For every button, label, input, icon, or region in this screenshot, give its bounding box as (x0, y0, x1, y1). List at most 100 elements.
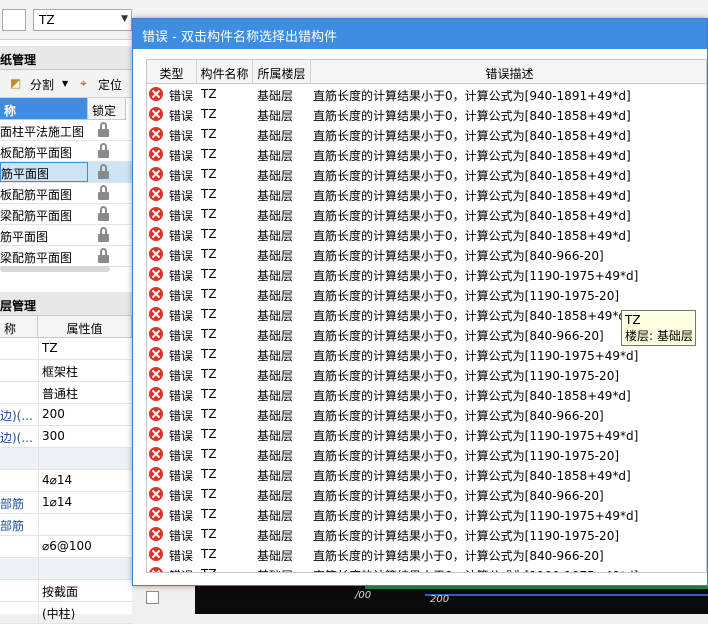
error-row[interactable]: 错误TZ基础层直筋长度的计算结果小于0，计算公式为[1190-1975+49*d… (147, 265, 706, 285)
property-value[interactable]: 4⌀14 (42, 473, 132, 487)
property-row[interactable]: (中柱) (0, 602, 132, 624)
row-checkbox[interactable] (146, 591, 159, 604)
error-row[interactable]: 错误 TZ 基础层 直筋长度的计算结果小于0，计算公式为[840-1858+49*d] (147, 165, 706, 185)
component-name[interactable]: TZ (201, 487, 251, 501)
filter-combo[interactable] (2, 9, 26, 31)
horizontal-scrollbar[interactable] (0, 266, 110, 272)
lock-icon[interactable] (98, 206, 109, 221)
error-row[interactable]: 错误 TZ 基础层 直筋长度的计算结果小于0，计算公式为[1190-1975-20] (147, 365, 706, 385)
drawing-row[interactable]: 梁配筋平面图 (0, 246, 132, 267)
component-name[interactable]: TZ (201, 227, 251, 241)
drawing-name-column-header[interactable]: 称 (0, 98, 88, 120)
error-row[interactable]: 错误TZ基础层直筋长度的计算结果小于0，计算公式为[1190-1975+49*d… (147, 425, 706, 445)
chevron-down-icon[interactable]: ▼ (62, 79, 68, 88)
component-name[interactable]: TZ (201, 547, 251, 561)
component-name[interactable]: TZ (201, 387, 251, 401)
floor-column-header[interactable]: 所属楼层 (253, 60, 311, 84)
property-value[interactable]: 200 (42, 407, 132, 421)
split-button[interactable]: 分割 (30, 76, 54, 93)
property-row[interactable] (0, 448, 132, 470)
chevron-down-icon[interactable]: ▼ (121, 14, 128, 24)
error-row[interactable]: 错误 TZ 基础层 直筋长度的计算结果小于0，计算公式为[840-966-20] (147, 405, 706, 425)
lock-icon[interactable] (98, 143, 109, 158)
drawing-row[interactable]: 筋平面图 (0, 225, 132, 246)
component-name[interactable]: TZ (201, 347, 251, 361)
component-name[interactable]: TZ (201, 567, 251, 572)
component-name[interactable]: TZ (201, 447, 251, 461)
error-row[interactable]: 错误 TZ 基础层 直筋长度的计算结果小于0，计算公式为[1190-1975-20] (147, 525, 706, 545)
error-row[interactable]: 错误 TZ 基础层 直筋长度的计算结果小于0，计算公式为[840-1858+49*d] (147, 385, 706, 405)
error-row[interactable]: 错误 TZ 基础层 直筋长度的计算结果小于0，计算公式为[840-1858+49*d] (147, 145, 706, 165)
error-row[interactable]: 错误 TZ 基础层 直筋长度的计算结果小于0，计算公式为[840-966-20] (147, 485, 706, 505)
property-row[interactable] (0, 558, 132, 580)
property-value[interactable]: 1⌀14 (42, 495, 132, 509)
property-row[interactable]: 边)(... 200 (0, 404, 132, 426)
component-name[interactable]: TZ (201, 167, 251, 181)
component-name[interactable]: TZ (201, 367, 251, 381)
lock-icon[interactable] (98, 122, 109, 137)
error-row[interactable]: 错误 TZ 基础层 直筋长度的计算结果小于0，计算公式为[840-966-20] (147, 245, 706, 265)
property-row[interactable]: 框架柱 (0, 360, 132, 382)
property-value[interactable]: 按截面 (42, 583, 132, 600)
component-name[interactable]: TZ (201, 287, 251, 301)
type-column-header[interactable]: 类型 (147, 60, 197, 84)
error-row[interactable]: 错误 TZ 基础层 直筋长度的计算结果小于0，计算公式为[840-966-20] (147, 545, 706, 565)
component-name[interactable]: TZ (201, 207, 251, 221)
property-name-column-header[interactable]: 称 (0, 316, 38, 338)
drawing-row[interactable]: 板配筋平面图 (0, 141, 132, 162)
lock-icon[interactable] (98, 185, 109, 200)
error-row[interactable]: 错误 TZ 基础层 直筋长度的计算结果小于0，计算公式为[840-1858+49*d] (147, 105, 706, 125)
error-row[interactable]: 错误 TZ 基础层 直筋长度的计算结果小于0，计算公式为[840-1858+49*d] (147, 125, 706, 145)
property-row[interactable]: 边)(... 300 (0, 426, 132, 448)
component-name[interactable]: TZ (201, 307, 251, 321)
drawing-row[interactable]: 面柱平法施工图 (0, 120, 132, 141)
property-row[interactable]: TZ (0, 338, 132, 360)
error-row[interactable]: 错误TZ基础层直筋长度的计算结果小于0，计算公式为[1190-1975+49*d… (147, 345, 706, 365)
property-value[interactable]: 300 (42, 429, 132, 443)
property-row[interactable]: 部筋 1⌀14 (0, 492, 132, 514)
lock-icon[interactable] (98, 248, 109, 263)
property-row[interactable]: 普通柱 (0, 382, 132, 404)
lock-icon[interactable] (98, 227, 109, 242)
error-row[interactable]: 错误 TZ 基础层 直筋长度的计算结果小于0，计算公式为[840-1858+49*d] (147, 465, 706, 485)
property-row[interactable]: 按截面 (0, 580, 132, 602)
drawing-row[interactable]: 板配筋平面图 (0, 183, 132, 204)
property-row[interactable]: 部筋 (0, 514, 132, 536)
component-name[interactable]: TZ (201, 407, 251, 421)
error-row[interactable]: 错误TZ基础层直筋长度的计算结果小于0，计算公式为[1190-1975+49*d… (147, 565, 706, 572)
error-row[interactable]: 错误 TZ 基础层 直筋长度的计算结果小于0，计算公式为[940-1891+49*d] (147, 85, 706, 105)
component-name[interactable]: TZ (201, 427, 251, 441)
property-value[interactable]: ⌀6@100 (42, 539, 132, 553)
property-row[interactable]: 4⌀14 (0, 470, 132, 492)
property-value[interactable]: 普通柱 (42, 385, 132, 402)
component-name[interactable]: TZ (201, 267, 251, 281)
drawing-canvas[interactable]: /00 200 (195, 586, 708, 614)
locate-button[interactable]: 定位 (98, 76, 122, 93)
component-name[interactable]: TZ (201, 187, 251, 201)
lock-column-header[interactable]: 锁定 (88, 98, 126, 120)
property-value[interactable]: 框架柱 (42, 363, 132, 380)
error-row[interactable]: 错误TZ基础层直筋长度的计算结果小于0，计算公式为[1190-1975+49*d… (147, 505, 706, 525)
error-row[interactable]: 错误 TZ 基础层 直筋长度的计算结果小于0，计算公式为[1190-1975-20] (147, 285, 706, 305)
component-name[interactable]: TZ (201, 527, 251, 541)
component-name[interactable]: TZ (201, 507, 251, 521)
error-row[interactable]: 错误 TZ 基础层 直筋长度的计算结果小于0，计算公式为[840-1858+49*d] (147, 225, 706, 245)
property-value-column-header[interactable]: 属性值 (38, 316, 132, 338)
component-name[interactable]: TZ (201, 327, 251, 341)
description-column-header[interactable]: 错误描述 (311, 60, 706, 84)
property-value[interactable]: TZ (42, 341, 132, 355)
component-name[interactable]: TZ (201, 127, 251, 141)
component-name[interactable]: TZ (201, 147, 251, 161)
error-row[interactable]: 错误 TZ 基础层 直筋长度的计算结果小于0，计算公式为[840-1858+49*d] (147, 205, 706, 225)
property-row[interactable]: ⌀6@100 (0, 536, 132, 558)
component-name[interactable]: TZ (201, 107, 251, 121)
component-name[interactable]: TZ (201, 247, 251, 261)
error-row[interactable]: 错误 TZ 基础层 直筋长度的计算结果小于0，计算公式为[840-1858+49*d] (147, 185, 706, 205)
lock-icon[interactable] (98, 164, 109, 179)
drawing-row[interactable]: 梁配筋平面图 (0, 204, 132, 225)
component-name[interactable]: TZ (201, 467, 251, 481)
error-row[interactable]: 错误 TZ 基础层 直筋长度的计算结果小于0，计算公式为[1190-1975-20] (147, 445, 706, 465)
name-column-header[interactable]: 构件名称 (197, 60, 253, 84)
component-name[interactable]: TZ (201, 87, 251, 101)
dialog-title-bar[interactable]: 错误 - 双击构件名称选择出错构件 (133, 19, 707, 49)
